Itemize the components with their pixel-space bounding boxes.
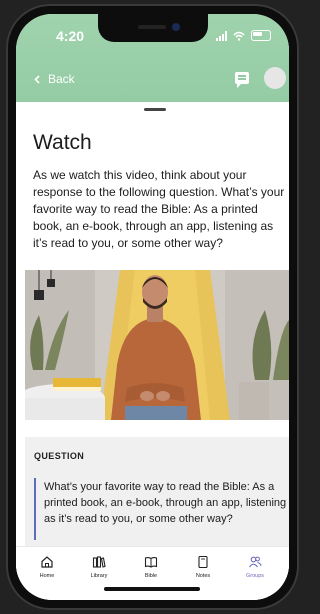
question-label: QUESTION bbox=[34, 451, 85, 461]
question-text: What’s your favorite way to read the Bib… bbox=[44, 481, 287, 525]
video-thumbnail bbox=[25, 270, 289, 420]
tab-home[interactable]: Home bbox=[27, 555, 67, 579]
back-label: Back bbox=[48, 72, 75, 86]
tab-label-groups: Groups bbox=[245, 573, 265, 579]
notes-icon bbox=[198, 555, 208, 569]
bible-icon bbox=[144, 557, 158, 568]
library-icon bbox=[92, 556, 106, 568]
tab-label-home: Home bbox=[39, 573, 55, 579]
tab-groups[interactable]: Groups bbox=[235, 555, 275, 579]
home-indicator[interactable] bbox=[104, 587, 200, 591]
chat-icon[interactable] bbox=[235, 72, 249, 88]
home-icon bbox=[41, 556, 53, 568]
intro-text: As we watch this video, think about your… bbox=[33, 168, 285, 250]
notch bbox=[98, 14, 208, 42]
tab-label-notes: Notes bbox=[195, 573, 211, 579]
chevron-left-icon bbox=[34, 74, 40, 84]
phone-frame: 4:20 Back Watch As we watch this video, … bbox=[6, 4, 299, 610]
sheet-handle[interactable] bbox=[144, 108, 166, 111]
video-player[interactable] bbox=[25, 270, 289, 420]
page-title: Watch bbox=[33, 131, 92, 154]
groups-icon bbox=[249, 556, 262, 568]
wifi-icon bbox=[233, 31, 245, 41]
content-sheet: Watch As we watch this video, think abou… bbox=[16, 102, 289, 600]
back-button[interactable]: Back bbox=[34, 72, 75, 86]
tab-bible[interactable]: Bible bbox=[131, 555, 171, 579]
app-screen: 4:20 Back Watch As we watch this video, … bbox=[16, 14, 289, 600]
battery-icon bbox=[251, 30, 271, 41]
question-accent-line bbox=[34, 478, 36, 540]
status-time: 4:20 bbox=[56, 28, 85, 44]
avatar[interactable] bbox=[264, 67, 286, 89]
status-icons bbox=[216, 30, 271, 41]
tab-notes[interactable]: Notes bbox=[183, 555, 223, 579]
signal-icon bbox=[216, 30, 227, 41]
tab-label-bible: Bible bbox=[144, 573, 158, 579]
tab-label-library: Library bbox=[90, 573, 108, 579]
tab-library[interactable]: Library bbox=[79, 555, 119, 579]
tab-bar: Home Library Bible Notes Groups bbox=[16, 546, 289, 600]
